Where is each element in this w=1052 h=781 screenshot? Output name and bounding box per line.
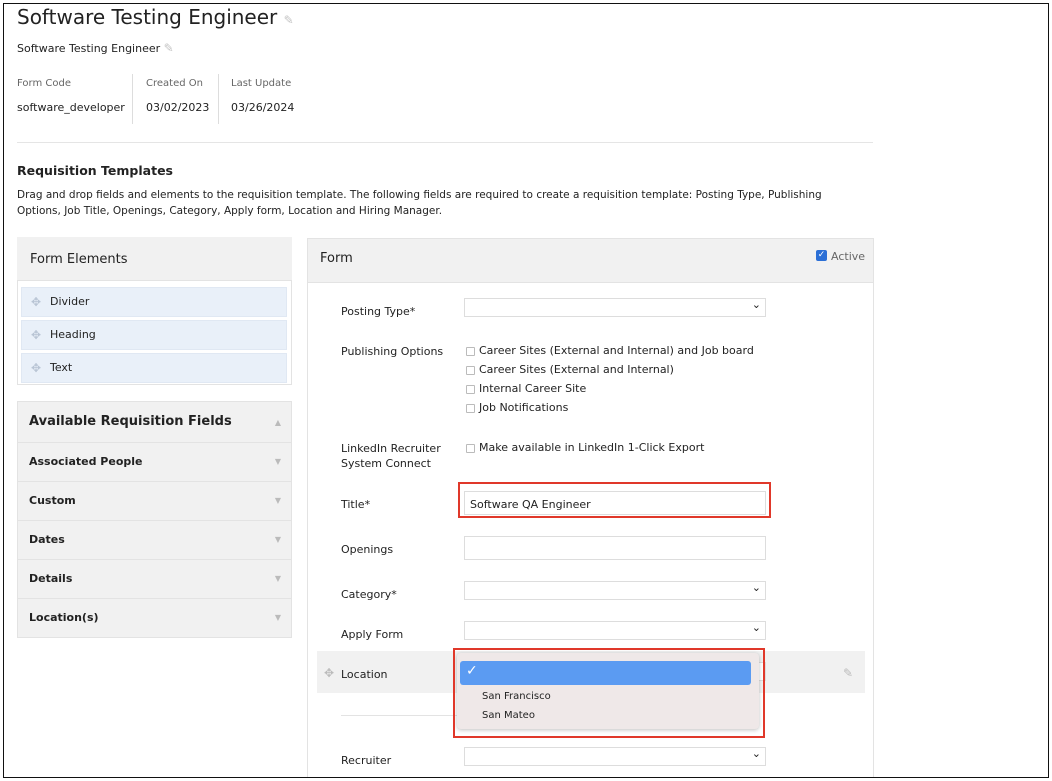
available-fields-title: Available Requisition Fields xyxy=(29,414,232,429)
drag-move-icon[interactable]: ✥ xyxy=(31,295,41,309)
highlight-box-title xyxy=(458,482,771,518)
chevron-down-icon: ⌄ xyxy=(751,298,761,311)
publishing-option-label: Career Sites (External and Internal) and… xyxy=(479,344,754,357)
edit-subtitle-pencil-icon[interactable]: ✎ xyxy=(164,41,174,55)
form-header xyxy=(308,239,873,283)
created-on-value: 03/02/2023 xyxy=(146,101,210,114)
category-select[interactable]: ⌄ xyxy=(464,581,766,600)
chevron-down-icon: ▼ xyxy=(274,574,281,583)
highlight-box-location xyxy=(453,648,765,738)
linkedin-export-label: Make available in LinkedIn 1-Click Expor… xyxy=(479,441,705,454)
page-subtitle: Software Testing Engineer ✎ xyxy=(17,41,174,55)
chevron-down-icon: ▼ xyxy=(274,535,281,544)
field-group-custom[interactable]: Custom ▼ xyxy=(17,482,292,521)
form-element-label: Text xyxy=(50,361,73,374)
chevron-down-icon: ▼ xyxy=(274,613,281,622)
form-code-label: Form Code xyxy=(17,78,71,89)
form-element-divider[interactable]: ✥ Divider xyxy=(21,287,287,317)
field-group-label: Dates xyxy=(29,533,65,546)
recruiter-label: Recruiter xyxy=(341,754,392,767)
chevron-down-icon: ⌄ xyxy=(751,581,761,594)
field-group-locations[interactable]: Location(s) ▼ xyxy=(17,599,292,638)
openings-label: Openings xyxy=(341,543,394,556)
field-group-associated-people[interactable]: Associated People ▼ xyxy=(17,443,292,482)
publishing-option-checkbox[interactable] xyxy=(466,404,475,413)
form-title: Form xyxy=(320,251,353,266)
field-group-dates[interactable]: Dates ▼ xyxy=(17,521,292,560)
header-divider xyxy=(17,142,873,143)
chevron-up-icon: ▲ xyxy=(274,418,281,427)
publishing-option-checkbox[interactable] xyxy=(466,347,475,356)
linkedin-export-checkbox[interactable] xyxy=(466,444,475,453)
chevron-down-icon: ▼ xyxy=(274,496,281,505)
location-label: Location xyxy=(341,668,388,681)
page-title: Software Testing Engineer ✎ xyxy=(17,5,294,29)
meta-divider xyxy=(132,74,133,124)
section-description: Drag and drop fields and elements to the… xyxy=(17,189,822,217)
form-code-value: software_developer xyxy=(17,101,125,114)
field-group-label: Associated People xyxy=(29,455,143,468)
publishing-option-checkbox[interactable] xyxy=(466,385,475,394)
field-group-label: Details xyxy=(29,572,73,585)
posting-type-select[interactable]: ⌄ xyxy=(464,298,766,317)
drag-move-icon[interactable]: ✥ xyxy=(324,666,334,680)
title-label: Title* xyxy=(341,498,371,511)
meta-divider xyxy=(218,74,219,124)
publishing-option-label: Internal Career Site xyxy=(479,382,587,395)
form-element-label: Divider xyxy=(50,295,90,308)
publishing-option-label: Career Sites (External and Internal) xyxy=(479,363,674,376)
field-group-label: Location(s) xyxy=(29,611,99,624)
section-title: Requisition Templates xyxy=(17,163,173,178)
drag-move-icon[interactable]: ✥ xyxy=(31,361,41,375)
apply-form-label: Apply Form xyxy=(341,628,404,641)
posting-type-label: Posting Type* xyxy=(341,305,416,318)
active-checkbox[interactable]: ✓ xyxy=(816,250,827,261)
page-frame: Software Testing Engineer ✎ Software Tes… xyxy=(3,3,1049,778)
linkedin-label: LinkedIn Recruiter System Connect xyxy=(341,442,441,470)
edit-pencil-icon[interactable]: ✎ xyxy=(843,666,853,680)
drag-move-icon[interactable]: ✥ xyxy=(31,328,41,342)
field-group-details[interactable]: Details ▼ xyxy=(17,560,292,599)
chevron-down-icon: ⌄ xyxy=(751,747,761,760)
chevron-down-icon: ⌄ xyxy=(751,621,761,634)
apply-form-select[interactable]: ⌄ xyxy=(464,621,766,640)
form-element-label: Heading xyxy=(50,328,96,341)
created-on-label: Created On xyxy=(146,78,203,89)
form-element-text[interactable]: ✥ Text xyxy=(21,353,287,383)
publishing-option-label: Job Notifications xyxy=(479,401,569,414)
active-label: Active xyxy=(831,250,866,263)
publishing-option-checkbox[interactable] xyxy=(466,366,475,375)
category-label: Category* xyxy=(341,588,397,601)
edit-title-pencil-icon[interactable]: ✎ xyxy=(284,13,294,27)
divider-line xyxy=(341,715,461,716)
publishing-options-label: Publishing Options xyxy=(341,345,444,358)
chevron-down-icon: ▼ xyxy=(274,457,281,466)
field-group-label: Custom xyxy=(29,494,76,507)
form-element-heading[interactable]: ✥ Heading xyxy=(21,320,287,350)
openings-input[interactable] xyxy=(464,536,766,560)
recruiter-select[interactable]: ⌄ xyxy=(464,747,766,766)
last-update-label: Last Update xyxy=(231,78,292,89)
last-update-value: 03/26/2024 xyxy=(231,101,295,114)
form-elements-title: Form Elements xyxy=(30,252,128,267)
